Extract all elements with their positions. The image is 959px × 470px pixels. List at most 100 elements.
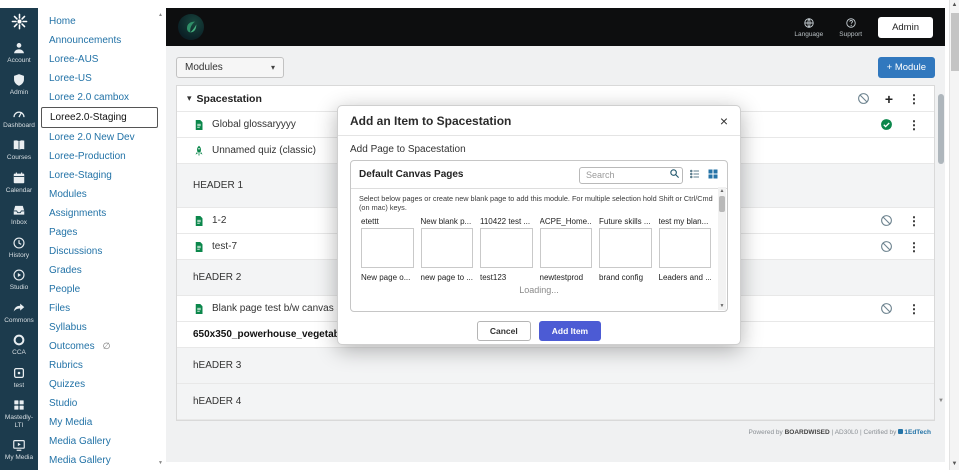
rail-item-calendar[interactable]: Calendar bbox=[0, 166, 38, 198]
page-card[interactable]: test my blan... bbox=[658, 217, 711, 268]
rail-item-admin[interactable]: Admin bbox=[0, 68, 38, 100]
sidebar-item-loree-staging[interactable]: Loree-Staging bbox=[38, 166, 166, 185]
sidebar-item-loree-2-0-new-dev[interactable]: Loree 2.0 New Dev bbox=[38, 128, 166, 147]
content-scrollbar-thumb[interactable] bbox=[938, 94, 944, 164]
page-card[interactable]: New page o... bbox=[361, 273, 414, 282]
module-item-title[interactable]: 1-2 bbox=[212, 215, 226, 226]
sidebar-scroll-up-icon[interactable]: ▲ bbox=[158, 12, 163, 18]
rail-item-inbox[interactable]: Inbox bbox=[0, 198, 38, 230]
page-card-title: brand config bbox=[599, 272, 644, 282]
sidebar-item-files[interactable]: Files bbox=[38, 299, 166, 318]
add-module-button[interactable]: + Module bbox=[877, 57, 935, 78]
support-button[interactable]: Support bbox=[839, 17, 862, 38]
sidebar-item-outcomes[interactable]: Outcomes ∅ bbox=[38, 337, 166, 356]
calendar-icon bbox=[12, 171, 26, 185]
rail-item-label: My Media bbox=[4, 454, 34, 462]
page-scroll-down-icon[interactable]: ▼ bbox=[952, 459, 958, 470]
rail-item-mastedly-lti[interactable]: Mastedly-LTI bbox=[0, 393, 38, 433]
admin-button[interactable]: Admin bbox=[878, 16, 933, 38]
footer-brand: BOARDWISED bbox=[784, 429, 830, 436]
page-card[interactable]: test123 bbox=[480, 273, 533, 282]
sidebar-item-discussions[interactable]: Discussions bbox=[38, 242, 166, 261]
page-card[interactable]: New blank p... bbox=[420, 217, 473, 268]
close-icon[interactable]: × bbox=[720, 113, 728, 129]
unpublished-icon[interactable] bbox=[857, 92, 870, 105]
rail-item-dashboard[interactable]: Dashboard bbox=[0, 101, 38, 133]
sidebar-item-assignments[interactable]: Assignments bbox=[38, 204, 166, 223]
sidebar-item-media-gallery[interactable]: Media Gallery bbox=[38, 451, 166, 470]
page-card[interactable]: new page to ... bbox=[421, 273, 474, 282]
sidebar-item-rubrics[interactable]: Rubrics bbox=[38, 356, 166, 375]
sidebar-item-people[interactable]: People bbox=[38, 280, 166, 299]
page-scrollbar-thumb[interactable] bbox=[950, 13, 959, 71]
support-label: Support bbox=[839, 30, 863, 38]
module-item-title[interactable]: Global glossaryyyy bbox=[212, 119, 296, 130]
modules-dropdown[interactable]: Modules ▾ bbox=[176, 57, 284, 78]
module-item-title[interactable]: Unnamed quiz (classic) bbox=[212, 145, 316, 156]
sidebar-item-loree-aus[interactable]: Loree-AUS bbox=[38, 50, 166, 69]
sidebar-item-loree-us[interactable]: Loree-US bbox=[38, 69, 166, 88]
sidebar-item-my-media[interactable]: My Media bbox=[38, 413, 166, 432]
grid-view-icon[interactable] bbox=[707, 168, 719, 180]
rail-item-cca[interactable]: CCA bbox=[0, 328, 38, 360]
sidebar-item-announcements[interactable]: Announcements bbox=[38, 31, 166, 50]
module-text-header-row: hEADER 3 bbox=[177, 348, 934, 384]
page-scroll-up-icon[interactable]: ▲ bbox=[952, 0, 958, 11]
sidebar-item-home[interactable]: Home bbox=[38, 12, 166, 31]
sidebar-item-studio[interactable]: Studio bbox=[38, 394, 166, 413]
sidebar-item-quizzes[interactable]: Quizzes bbox=[38, 375, 166, 394]
scroll-down-icon[interactable]: ▼ bbox=[720, 302, 725, 310]
unpublished-icon[interactable] bbox=[880, 214, 893, 227]
kebab-menu-icon[interactable]: ⋮ bbox=[908, 93, 920, 105]
search-input[interactable] bbox=[579, 166, 683, 184]
sidebar-item-media-gallery[interactable]: Media Gallery bbox=[38, 432, 166, 451]
sidebar-item-modules[interactable]: Modules bbox=[38, 185, 166, 204]
page-card[interactable]: Future skills ... bbox=[599, 217, 652, 268]
list-view-icon[interactable] bbox=[689, 168, 701, 180]
scrollbar-thumb[interactable] bbox=[719, 196, 725, 212]
page-card[interactable]: 110422 test ... bbox=[480, 217, 533, 268]
add-item-icon[interactable]: + bbox=[885, 92, 893, 106]
published-icon[interactable] bbox=[880, 118, 893, 131]
page-card[interactable]: ACPE_Home... bbox=[539, 217, 592, 268]
page-card-title: New page o... bbox=[361, 272, 411, 282]
kebab-menu-icon[interactable]: ⋮ bbox=[908, 119, 920, 131]
rail-item-studio[interactable]: Studio bbox=[0, 263, 38, 295]
page-card[interactable]: etettt bbox=[361, 217, 414, 268]
search-icon[interactable] bbox=[669, 168, 680, 179]
rail-item-label: Dashboard bbox=[3, 121, 35, 129]
cca-icon bbox=[12, 333, 26, 347]
rail-item-logo[interactable] bbox=[0, 8, 38, 36]
add-item-button[interactable]: Add Item bbox=[538, 321, 602, 341]
sidebar-item-loree2-0-staging[interactable]: Loree2.0-Staging bbox=[41, 107, 158, 128]
kebab-menu-icon[interactable]: ⋮ bbox=[908, 303, 920, 315]
content-scroll-down-icon[interactable]: ▼ bbox=[938, 398, 944, 404]
scroll-up-icon[interactable]: ▲ bbox=[720, 187, 725, 195]
cancel-button[interactable]: Cancel bbox=[476, 321, 531, 341]
rail-item-commons[interactable]: Commons bbox=[0, 296, 38, 328]
kebab-menu-icon[interactable]: ⋮ bbox=[908, 215, 920, 227]
sidebar-item-loree-2-0-cambox[interactable]: Loree 2.0 cambox bbox=[38, 88, 166, 107]
collapse-caret-icon[interactable]: ▾ bbox=[187, 93, 192, 104]
rail-item-courses[interactable]: Courses bbox=[0, 133, 38, 165]
panel-scrollbar[interactable]: ▲ ▼ bbox=[718, 187, 726, 310]
rail-item-label: Mastedly-LTI bbox=[4, 414, 34, 429]
page-card[interactable]: brand config bbox=[599, 273, 652, 282]
rail-item-history[interactable]: History bbox=[0, 231, 38, 263]
unpublished-icon[interactable] bbox=[880, 240, 893, 253]
rail-item-account[interactable]: Account bbox=[0, 36, 38, 68]
sidebar-item-loree-production[interactable]: Loree-Production bbox=[38, 147, 166, 166]
page-card[interactable]: newtestprod bbox=[540, 273, 593, 282]
sidebar-item-grades[interactable]: Grades bbox=[38, 261, 166, 280]
rail-item-test[interactable]: test bbox=[0, 361, 38, 393]
page-card[interactable]: Leaders and ... bbox=[659, 273, 712, 282]
kebab-menu-icon[interactable]: ⋮ bbox=[908, 241, 920, 253]
unpublished-icon[interactable] bbox=[880, 302, 893, 315]
module-item-title[interactable]: test-7 bbox=[212, 241, 237, 252]
sidebar-item-syllabus[interactable]: Syllabus bbox=[38, 318, 166, 337]
rail-item-my-media[interactable]: My Media bbox=[0, 433, 38, 465]
sidebar-item-pages[interactable]: Pages bbox=[38, 223, 166, 242]
language-button[interactable]: Language bbox=[794, 17, 823, 38]
sidebar-scroll-down-icon[interactable]: ▼ bbox=[158, 460, 163, 466]
page-scrollbar[interactable]: ▲ ▼ bbox=[949, 0, 959, 470]
